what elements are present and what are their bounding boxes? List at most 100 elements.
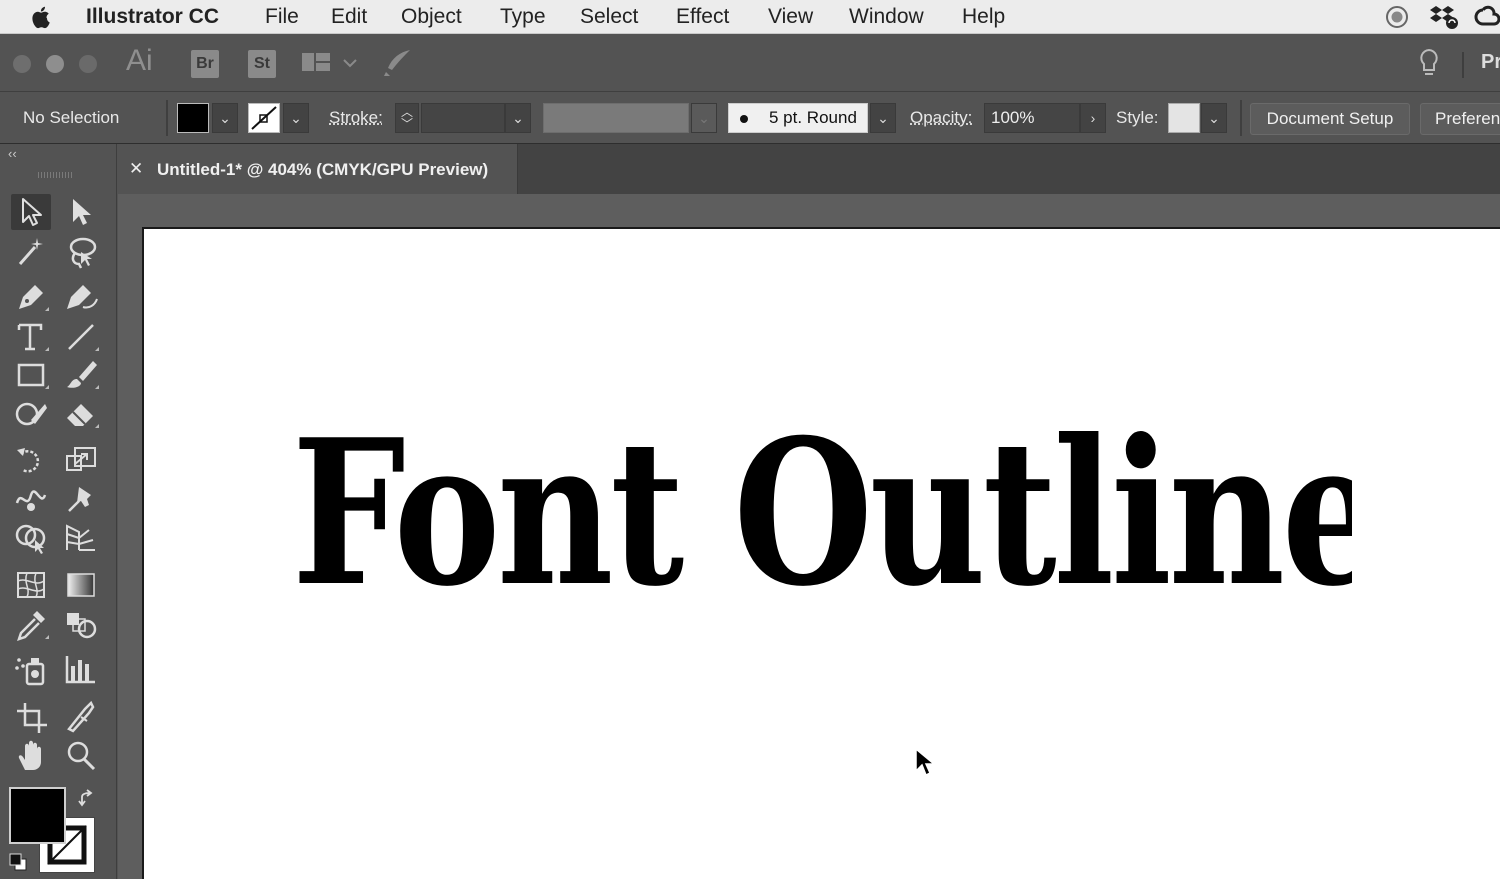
magic-wand-tool[interactable] — [11, 234, 51, 270]
font-outline-artwork[interactable]: Font Outline — [292, 389, 1352, 639]
window-zoom-button[interactable] — [79, 55, 97, 73]
direct-selection-tool[interactable] — [61, 194, 101, 230]
stroke-swatch[interactable] — [248, 103, 280, 133]
grip-divider — [166, 100, 168, 136]
slice-knife-icon — [67, 700, 95, 733]
mesh-icon — [17, 572, 45, 598]
document-tab[interactable]: ✕ Untitled-1* @ 404% (CMYK/GPU Preview) — [118, 144, 518, 194]
record-icon[interactable] — [1384, 5, 1410, 29]
eyedropper-icon — [17, 611, 49, 641]
puppet-warp-tool[interactable] — [61, 481, 101, 517]
menu-select[interactable]: Select — [580, 5, 638, 29]
shape-builder-tool[interactable] — [11, 520, 51, 556]
lasso-tool[interactable] — [61, 234, 101, 270]
arrange-documents-icon[interactable] — [301, 51, 359, 77]
panel-grip[interactable] — [38, 172, 74, 178]
gradient-icon — [67, 573, 95, 597]
menu-file[interactable]: File — [265, 5, 299, 29]
eyedropper-tool[interactable] — [11, 607, 51, 643]
type-tool[interactable] — [11, 319, 51, 355]
warp-tool[interactable] — [11, 481, 51, 517]
stroke-weight-field[interactable] — [421, 103, 505, 133]
lightbulb-icon[interactable] — [1417, 48, 1441, 80]
menu-edit[interactable]: Edit — [331, 5, 367, 29]
opacity-label[interactable]: Opacity: — [910, 108, 972, 128]
fill-color-box[interactable] — [9, 787, 66, 844]
perspective-grid-tool[interactable] — [61, 520, 101, 556]
shaper-tool[interactable] — [11, 396, 51, 432]
dropbox-sync-icon[interactable] — [1428, 4, 1460, 30]
mouse-cursor-icon — [915, 747, 936, 777]
gpu-performance-icon[interactable] — [382, 48, 414, 78]
stock-button[interactable]: St — [248, 50, 276, 78]
symbol-sprayer-tool[interactable] — [11, 652, 51, 688]
stroke-weight-stepper[interactable]: ︿ ﹀ — [395, 103, 419, 133]
perspective-grid-icon — [66, 524, 95, 551]
menu-type[interactable]: Type — [500, 5, 546, 29]
menu-app-name[interactable]: Illustrator CC — [86, 5, 219, 29]
variable-width-profile[interactable] — [543, 103, 689, 133]
close-tab-icon[interactable]: ✕ — [129, 159, 143, 179]
menu-view[interactable]: View — [768, 5, 813, 29]
gradient-tool[interactable] — [61, 567, 101, 603]
shaper-icon — [15, 402, 47, 426]
document-setup-button[interactable]: Document Setup — [1250, 103, 1410, 135]
selection-arrow-icon — [22, 198, 42, 226]
document-tab-title[interactable]: Untitled-1* @ 404% (CMYK/GPU Preview) — [157, 160, 488, 180]
fill-dropdown[interactable]: ⌄ — [212, 103, 238, 133]
scale-tool[interactable] — [61, 442, 101, 478]
lasso-icon — [69, 237, 97, 269]
rotate-tool[interactable] — [11, 442, 51, 478]
rectangle-tool[interactable] — [11, 357, 51, 393]
opacity-field[interactable]: 100% — [984, 103, 1080, 133]
menu-effect[interactable]: Effect — [676, 5, 729, 29]
line-segment-tool[interactable] — [61, 319, 101, 355]
column-graph-tool[interactable] — [61, 652, 101, 688]
zoom-magnifier-icon — [67, 741, 96, 771]
application-bar: Ai Br St Pr — [0, 34, 1500, 92]
artwork-container: Font Outline — [292, 389, 1352, 639]
pen-tool[interactable] — [11, 279, 51, 315]
stroke-label[interactable]: Stroke: — [329, 108, 383, 128]
swap-fill-stroke-icon[interactable] — [78, 789, 98, 809]
blend-tool[interactable] — [61, 607, 101, 643]
fill-swatch[interactable] — [177, 103, 209, 133]
default-fill-stroke-icon[interactable] — [8, 852, 28, 872]
artboard[interactable]: Font Outline — [142, 227, 1500, 879]
ctrl-divider — [1240, 100, 1242, 136]
eraser-tool[interactable] — [61, 396, 101, 432]
creative-cloud-icon[interactable] — [1474, 5, 1500, 29]
stroke-dropdown[interactable]: ⌄ — [283, 103, 309, 133]
menu-help[interactable]: Help — [962, 5, 1005, 29]
hand-tool[interactable] — [11, 738, 51, 774]
selection-tool[interactable] — [11, 194, 51, 230]
style-label: Style: — [1116, 108, 1159, 127]
rectangle-icon — [17, 363, 49, 389]
apple-icon[interactable] — [31, 5, 53, 29]
appbar-right-label[interactable]: Pr — [1481, 51, 1500, 74]
window-minimize-button[interactable] — [46, 55, 64, 73]
curvature-pen-icon — [67, 285, 98, 309]
curvature-tool[interactable] — [61, 279, 101, 315]
graphic-style-swatch[interactable] — [1168, 103, 1200, 133]
graphic-style-dropdown[interactable]: ⌄ — [1201, 103, 1227, 133]
window-close-button[interactable] — [13, 55, 31, 73]
stroke-weight-dropdown[interactable]: ⌄ — [505, 103, 531, 133]
collapse-panel-button[interactable]: ‹‹ — [8, 146, 17, 161]
menu-object[interactable]: Object — [401, 5, 462, 29]
brush-definition-field[interactable]: 5 pt. Round — [728, 103, 868, 133]
opacity-expand[interactable]: › — [1080, 103, 1106, 133]
appbar-divider — [1462, 52, 1464, 78]
zoom-tool[interactable] — [61, 738, 101, 774]
paintbrush-tool[interactable] — [61, 357, 101, 393]
selection-status: No Selection — [23, 108, 120, 127]
preferences-button[interactable]: Preferen — [1420, 103, 1500, 135]
menu-window[interactable]: Window — [849, 5, 924, 29]
pen-nib-icon — [19, 285, 49, 311]
slice-tool[interactable] — [61, 699, 101, 735]
brush-dropdown[interactable]: ⌄ — [870, 103, 896, 133]
bridge-button[interactable]: Br — [191, 50, 219, 78]
artboard-tool[interactable] — [11, 699, 51, 735]
variable-width-dropdown[interactable]: ⌄ — [691, 103, 717, 133]
mesh-tool[interactable] — [11, 567, 51, 603]
